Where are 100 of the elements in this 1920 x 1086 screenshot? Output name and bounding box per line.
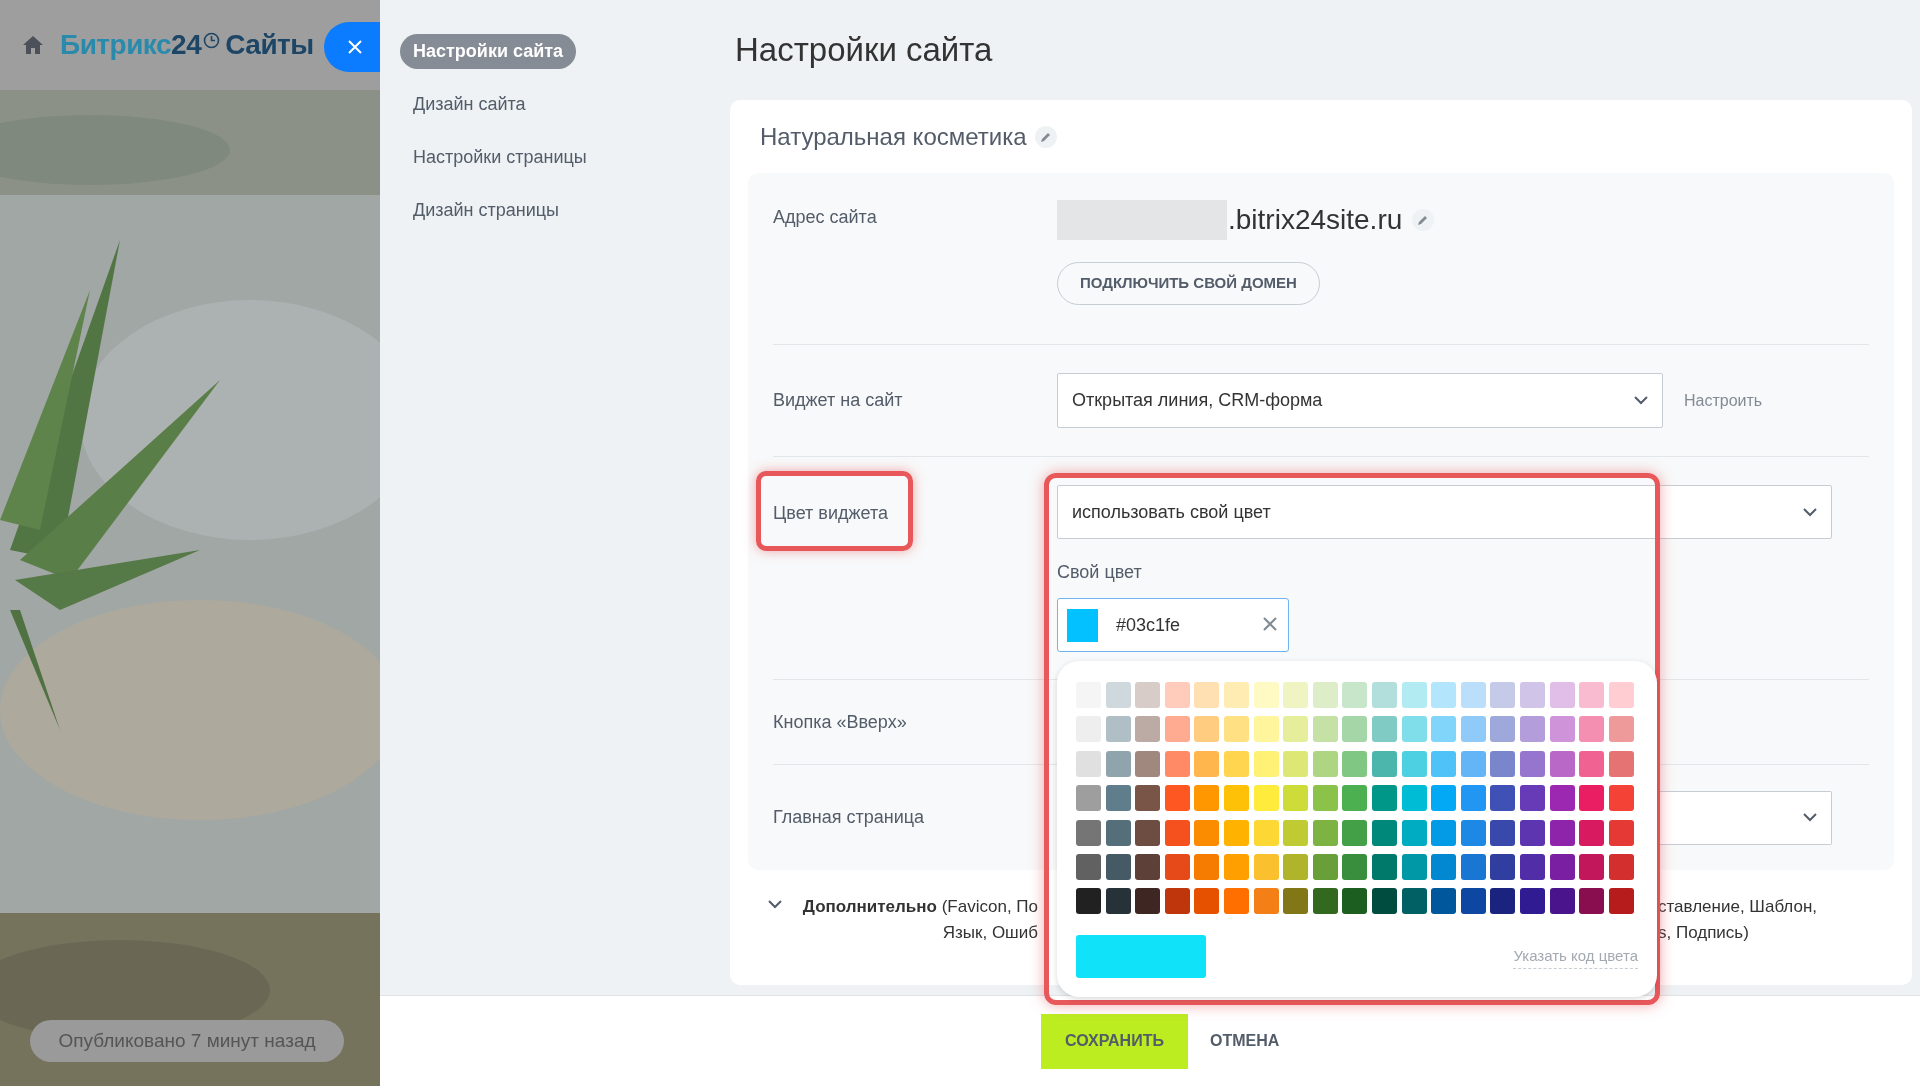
color-swatch[interactable] [1608, 716, 1634, 743]
color-swatch[interactable] [1460, 853, 1486, 880]
color-swatch[interactable] [1460, 716, 1486, 743]
color-swatch[interactable] [1608, 819, 1634, 846]
color-swatch[interactable] [1312, 853, 1338, 880]
color-swatch[interactable] [1342, 853, 1368, 880]
color-swatch[interactable] [1312, 819, 1338, 846]
color-swatch[interactable] [1253, 682, 1279, 708]
color-swatch[interactable] [1105, 785, 1131, 812]
color-swatch[interactable] [1549, 819, 1575, 846]
sidebar-item[interactable]: Настройки сайта [400, 34, 577, 69]
color-swatch[interactable] [1549, 853, 1575, 880]
color-swatch[interactable] [1312, 682, 1338, 708]
color-swatch[interactable] [1431, 682, 1457, 708]
color-swatch[interactable] [1401, 819, 1427, 846]
color-swatch[interactable] [1076, 853, 1101, 880]
color-swatch[interactable] [1490, 853, 1516, 880]
color-swatch[interactable] [1371, 750, 1397, 777]
color-swatch[interactable] [1371, 785, 1397, 812]
color-swatch[interactable] [1194, 785, 1220, 812]
color-swatch[interactable] [1164, 716, 1190, 743]
color-swatch[interactable] [1076, 785, 1101, 812]
color-swatch[interactable] [1519, 750, 1545, 777]
color-swatch[interactable] [1105, 750, 1131, 777]
color-swatch[interactable] [1283, 819, 1309, 846]
color-swatch[interactable] [1105, 819, 1131, 846]
color-swatch[interactable] [1579, 682, 1605, 708]
section-toggle[interactable]: Дополнительно (Favicon, По [802, 894, 1038, 920]
color-swatch[interactable] [1253, 750, 1279, 777]
color-swatch[interactable] [1253, 819, 1279, 846]
color-swatch[interactable] [1431, 785, 1457, 812]
color-swatch[interactable] [1401, 888, 1427, 915]
color-swatch[interactable] [1519, 819, 1545, 846]
color-swatch[interactable] [1579, 785, 1605, 812]
color-swatch[interactable] [1460, 750, 1486, 777]
color-swatch[interactable] [1342, 750, 1368, 777]
color-swatch[interactable] [1490, 785, 1516, 812]
color-swatch[interactable] [1401, 750, 1427, 777]
color-swatch[interactable] [1519, 682, 1545, 708]
color-swatch[interactable] [1490, 888, 1516, 915]
color-swatch[interactable] [1342, 682, 1368, 708]
color-swatch[interactable] [1135, 682, 1161, 708]
color-swatch[interactable] [1519, 853, 1545, 880]
color-swatch[interactable] [1253, 853, 1279, 880]
color-swatch[interactable] [1490, 819, 1516, 846]
color-swatch[interactable] [1223, 785, 1249, 812]
color-swatch[interactable] [1371, 888, 1397, 915]
color-swatch[interactable] [1490, 682, 1516, 708]
color-swatch[interactable] [1076, 819, 1101, 846]
color-swatch[interactable] [1194, 716, 1220, 743]
color-swatch[interactable] [1371, 819, 1397, 846]
widget-color-select[interactable]: использовать свой цвет [1057, 485, 1832, 539]
home-icon[interactable] [22, 35, 44, 55]
color-swatch[interactable] [1076, 750, 1101, 777]
color-swatch[interactable] [1135, 819, 1161, 846]
color-swatch[interactable] [1401, 682, 1427, 708]
color-swatch[interactable] [1342, 888, 1368, 915]
color-swatch[interactable] [1223, 682, 1249, 708]
color-swatch[interactable] [1223, 888, 1249, 915]
color-swatch[interactable] [1253, 785, 1279, 812]
color-swatch[interactable] [1283, 682, 1309, 708]
sidebar-item[interactable]: Настройки страницы [400, 140, 600, 175]
color-swatch[interactable] [1549, 888, 1575, 915]
edit-button[interactable] [1034, 125, 1057, 148]
color-swatch[interactable] [1312, 716, 1338, 743]
color-swatch[interactable] [1135, 716, 1161, 743]
clear-icon[interactable] [1263, 617, 1277, 631]
color-swatch[interactable] [1194, 682, 1220, 708]
color-swatch[interactable] [1105, 888, 1131, 915]
color-swatch[interactable] [1431, 716, 1457, 743]
color-swatch[interactable] [1164, 785, 1190, 812]
color-input[interactable]: #03c1fe [1057, 598, 1289, 652]
color-swatch[interactable] [1371, 682, 1397, 708]
color-swatch[interactable] [1431, 819, 1457, 846]
color-swatch[interactable] [1342, 785, 1368, 812]
color-swatch[interactable] [1460, 785, 1486, 812]
color-swatch[interactable] [1253, 716, 1279, 743]
color-swatch[interactable] [1401, 853, 1427, 880]
color-swatch[interactable] [1312, 888, 1338, 915]
sidebar-item[interactable]: Дизайн страницы [400, 193, 572, 228]
color-swatch[interactable] [1460, 888, 1486, 915]
color-swatch[interactable] [1283, 750, 1309, 777]
color-swatch[interactable] [1135, 785, 1161, 812]
color-swatch[interactable] [1194, 853, 1220, 880]
color-swatch[interactable] [1549, 750, 1575, 777]
color-swatch[interactable] [1579, 716, 1605, 743]
color-swatch[interactable] [1579, 888, 1605, 915]
color-swatch[interactable] [1283, 716, 1309, 743]
color-swatch[interactable] [1164, 819, 1190, 846]
configure-link[interactable]: Настроить [1684, 388, 1763, 413]
color-swatch[interactable] [1401, 785, 1427, 812]
close-button[interactable] [324, 22, 380, 72]
color-swatch[interactable] [1312, 750, 1338, 777]
cancel-button[interactable]: ОТМЕНА [1210, 1029, 1280, 1053]
color-swatch[interactable] [1164, 888, 1190, 915]
color-swatch[interactable] [1105, 716, 1131, 743]
color-swatch[interactable] [1283, 785, 1309, 812]
color-swatch[interactable] [1283, 853, 1309, 880]
color-swatch[interactable] [1401, 716, 1427, 743]
color-swatch[interactable] [1519, 716, 1545, 743]
